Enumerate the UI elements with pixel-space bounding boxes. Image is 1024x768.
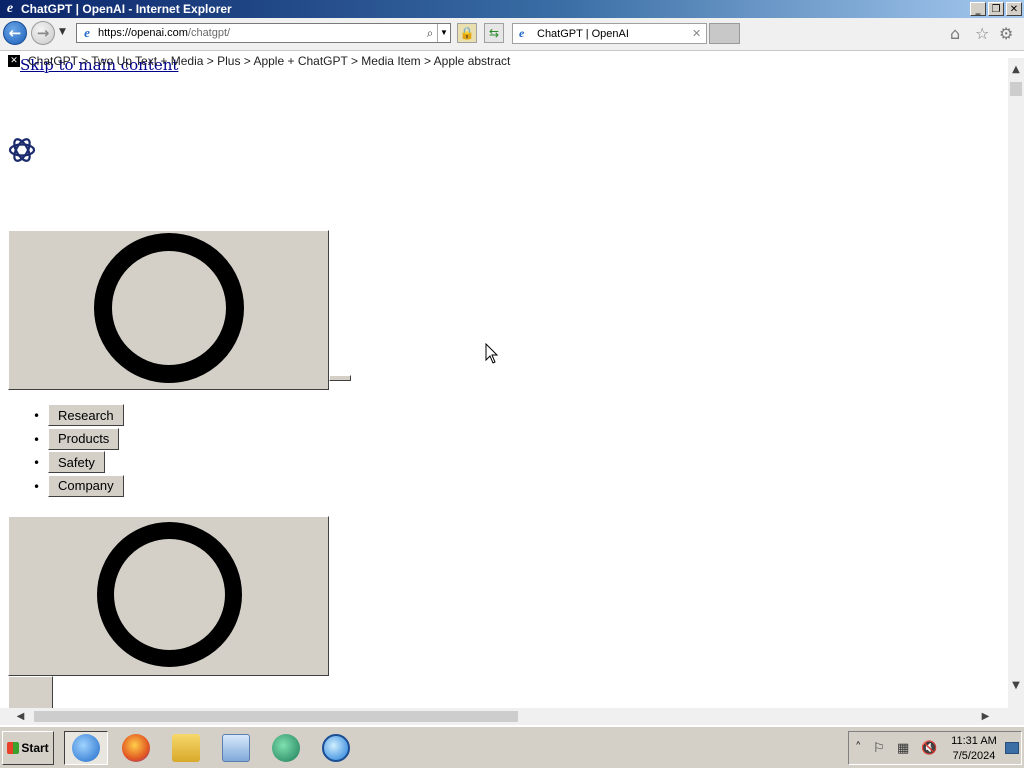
chat-app-icon — [272, 734, 300, 762]
close-icon[interactable]: ✕ — [8, 55, 20, 67]
close-window-button[interactable]: ✕ — [1006, 2, 1022, 16]
breadcrumb: ChatGPT > Two Up Text + Media > Plus > A… — [28, 54, 511, 68]
company-button[interactable]: Company — [48, 474, 124, 497]
scrollbar-corner — [1008, 708, 1024, 725]
scroll-right-icon[interactable]: ▶ — [977, 708, 994, 725]
tab-chatgpt[interactable]: e ChatGPT | OpenAI ✕ — [512, 23, 707, 44]
url-text[interactable]: https://openai.com/chatgpt/ — [98, 27, 423, 39]
restore-button[interactable]: ❐ — [988, 2, 1004, 16]
windows-flag-icon — [7, 742, 20, 754]
internet-explorer-icon — [72, 734, 100, 762]
new-tab-button[interactable] — [709, 23, 740, 44]
security-lock-icon[interactable]: 🔒 — [457, 23, 477, 43]
tab-title: ChatGPT | OpenAI — [537, 27, 629, 40]
media-image-placeholder — [8, 230, 329, 390]
media-image-placeholder — [8, 516, 329, 676]
taskbar-file-explorer[interactable] — [164, 731, 208, 765]
vertical-scroll-thumb[interactable] — [1010, 82, 1022, 96]
partial-button[interactable] — [8, 676, 53, 708]
taskbar-firefox[interactable] — [114, 731, 158, 765]
forward-arrow-icon: → — [36, 24, 50, 42]
folder-icon — [172, 734, 200, 762]
safety-button[interactable]: Safety — [48, 451, 105, 473]
taskbar-globe-app[interactable] — [314, 731, 358, 765]
window-titlebar: e ChatGPT | OpenAI - Internet Explorer _… — [0, 0, 1024, 18]
minimize-button[interactable]: _ — [970, 2, 986, 16]
gear-icon[interactable]: ⚙ — [999, 24, 1013, 43]
tab-favicon-icon: e — [519, 26, 525, 40]
close-tab-icon[interactable]: ✕ — [692, 27, 706, 40]
browser-toolbar: ← → ▼ e https://openai.com/chatgpt/ ⌕ ▼ … — [0, 18, 1024, 51]
horizontal-scrollbar[interactable]: ◀ ▶ — [0, 708, 1008, 725]
forward-button[interactable]: → — [31, 21, 55, 45]
horizontal-scroll-thumb[interactable] — [34, 711, 518, 722]
system-tray: ˄ ⚐ ▦ 🔇 11:31 AM 7/5/2024 — [848, 731, 1022, 765]
scroll-up-icon[interactable]: ▲ — [1008, 62, 1024, 78]
compatibility-view-button[interactable]: ⇆ — [484, 23, 504, 43]
back-button[interactable]: ← — [3, 21, 27, 45]
page-favicon-icon: e — [84, 25, 90, 40]
show-desktop-icon[interactable] — [1005, 742, 1019, 754]
media-player-icon — [222, 734, 250, 762]
star-icon[interactable]: ☆ — [975, 24, 989, 43]
search-icon[interactable]: ⌕ — [423, 26, 437, 41]
address-bar[interactable]: e https://openai.com/chatgpt/ ⌕ ▼ — [76, 23, 451, 43]
taskbar-chat-app[interactable] — [264, 731, 308, 765]
address-dropdown-icon[interactable]: ▼ — [437, 24, 450, 42]
home-icon[interactable]: ⌂ — [950, 24, 960, 43]
small-button[interactable] — [329, 375, 351, 381]
openai-logo-icon[interactable] — [7, 135, 37, 165]
circle-placeholder-icon — [94, 233, 244, 383]
vertical-scrollbar[interactable]: ▲ ▼ — [1008, 58, 1024, 708]
circle-placeholder-icon — [97, 522, 242, 667]
action-center-flag-icon[interactable]: ⚐ — [873, 741, 885, 756]
taskbar: Start ˄ ⚐ ▦ 🔇 11:31 AM 7/5/2024 — [0, 726, 1024, 768]
products-button[interactable]: Products — [48, 427, 120, 450]
scroll-down-icon[interactable]: ▼ — [1008, 678, 1024, 694]
back-arrow-icon: ← — [8, 24, 22, 42]
research-button[interactable]: Research — [48, 404, 124, 426]
network-icon[interactable]: ▦ — [897, 741, 909, 756]
mouse-cursor-icon — [485, 343, 499, 364]
volume-muted-icon[interactable]: 🔇 — [921, 741, 937, 756]
globe-icon — [322, 734, 350, 762]
start-button[interactable]: Start — [2, 731, 54, 765]
recent-pages-dropdown[interactable]: ▼ — [59, 27, 66, 37]
clock[interactable]: 11:31 AM 7/5/2024 — [945, 734, 1003, 764]
ie-logo-icon: e — [6, 1, 14, 16]
show-hidden-icons-icon[interactable]: ˄ — [855, 741, 862, 756]
scroll-left-icon[interactable]: ◀ — [12, 708, 29, 725]
taskbar-internet-explorer[interactable] — [64, 731, 108, 765]
window-title: ChatGPT | OpenAI - Internet Explorer — [21, 2, 232, 16]
page-viewport: Skip to main content ✕ ChatGPT > Two Up … — [0, 51, 1008, 708]
firefox-icon — [122, 734, 150, 762]
taskbar-media-player[interactable] — [214, 731, 258, 765]
